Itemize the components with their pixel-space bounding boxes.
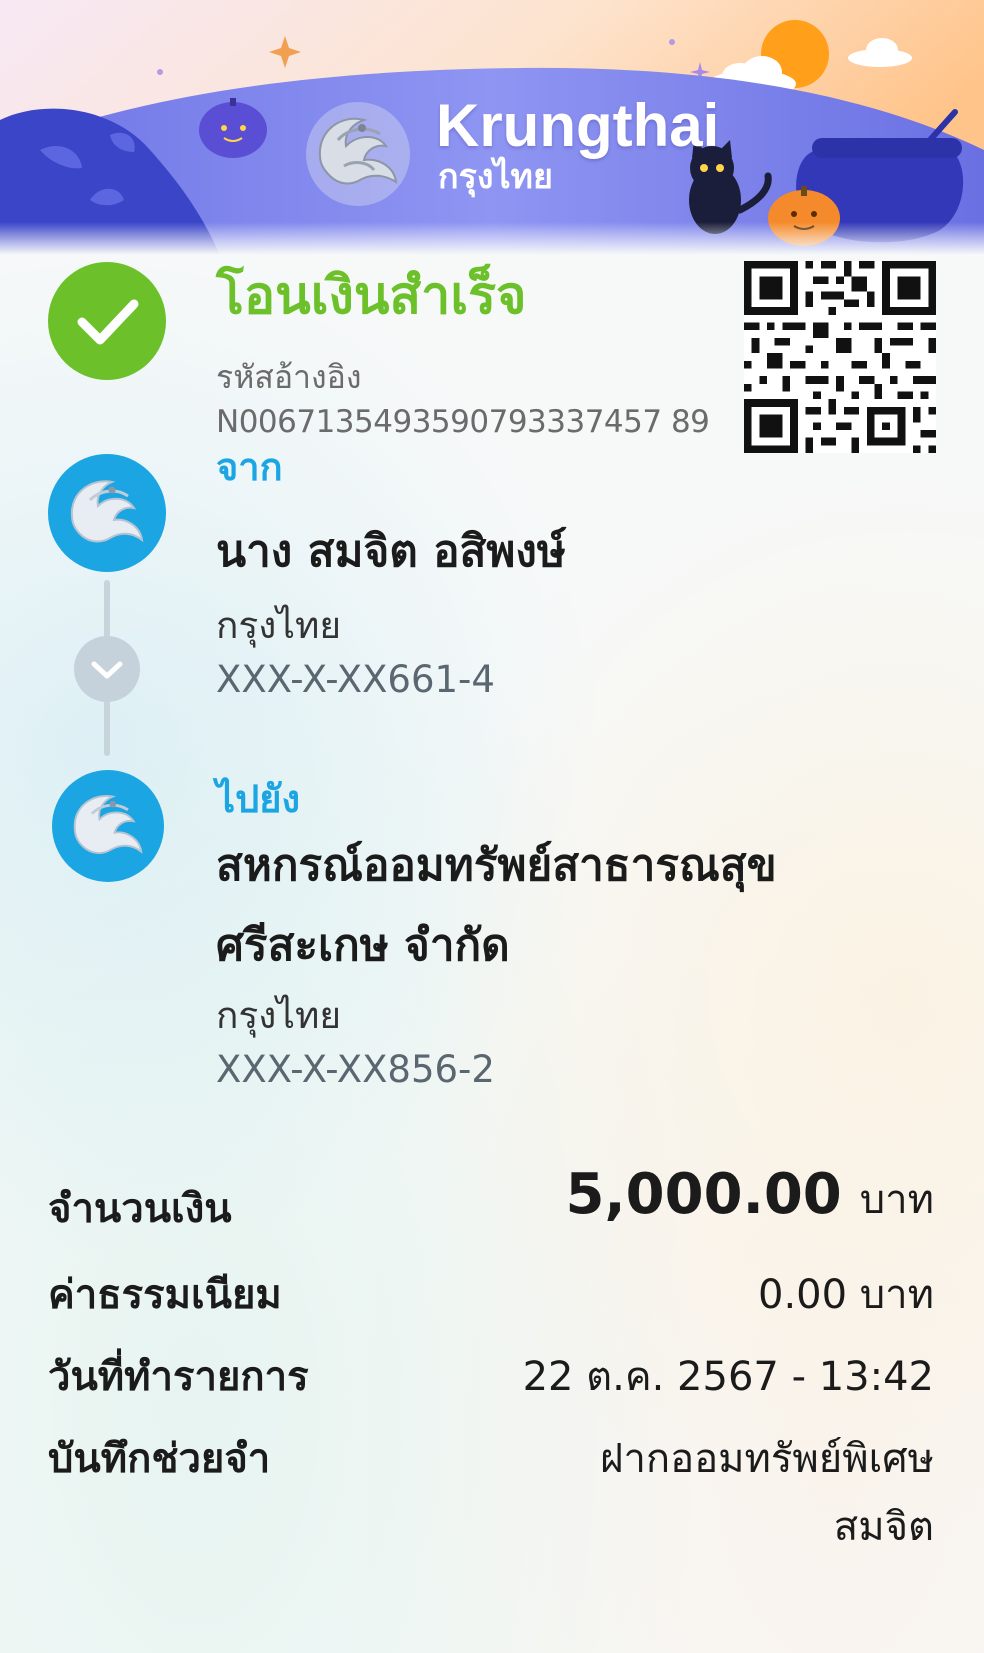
amount: 5,000.00 บาท [565, 1162, 934, 1231]
reference-number: N0067135493590793337457 89 [216, 404, 710, 440]
amount-unit: บาท [859, 1177, 934, 1223]
star-icon [669, 39, 675, 45]
date-label: วันที่ทำรายการ [48, 1354, 309, 1400]
memo-value: ฝากออมทรัพย์พิเศษ สมจิต [600, 1436, 934, 1550]
reference-label: รหัสอ้างอิง [216, 358, 362, 396]
amount-value: 5,000.00 [565, 1162, 842, 1227]
sender-bank: กรุงไทย [216, 604, 342, 647]
memo-label: บันทึกช่วยจำ [48, 1436, 271, 1482]
fee-value: 0.00 บาท [758, 1272, 934, 1318]
status-title: โอนเงินสำเร็จ [216, 266, 527, 326]
brand-name-thai: กรุงไทย [438, 157, 553, 197]
success-check-icon [48, 262, 166, 380]
recipient-avatar [52, 770, 164, 882]
check-icon [77, 299, 139, 345]
qr-code-icon[interactable] [744, 261, 936, 453]
to-label: ไปยัง [216, 777, 301, 821]
amount-label: จำนวนเงิน [48, 1186, 232, 1232]
krungthai-phoenix-icon [306, 102, 410, 206]
recipient-name: สหกรณ์ออมทรัพย์สาธารณสุขศรีสะเกษ จำกัด [216, 840, 777, 971]
chevron-down-icon [74, 636, 140, 702]
krungthai-phoenix-icon [70, 480, 144, 543]
recipient-bank: กรุงไทย [216, 994, 342, 1037]
recipient-account: XXX-X-XX856-2 [216, 1048, 495, 1091]
sender-account: XXX-X-XX661-4 [216, 658, 495, 701]
star-icon [157, 69, 163, 75]
transaction-date: 22 ต.ค. 2567 - 13:42 [522, 1354, 934, 1400]
header-banner: Krungthai กรุงไทย [0, 0, 984, 255]
sender-avatar [48, 454, 166, 572]
krungthai-phoenix-icon [73, 794, 143, 854]
from-label: จาก [216, 445, 283, 489]
sender-name: นาง สมจิต อสิพงษ์ [216, 526, 566, 577]
brand-name: Krungthai [436, 92, 720, 159]
fee-label: ค่าธรรมเนียม [48, 1272, 282, 1318]
